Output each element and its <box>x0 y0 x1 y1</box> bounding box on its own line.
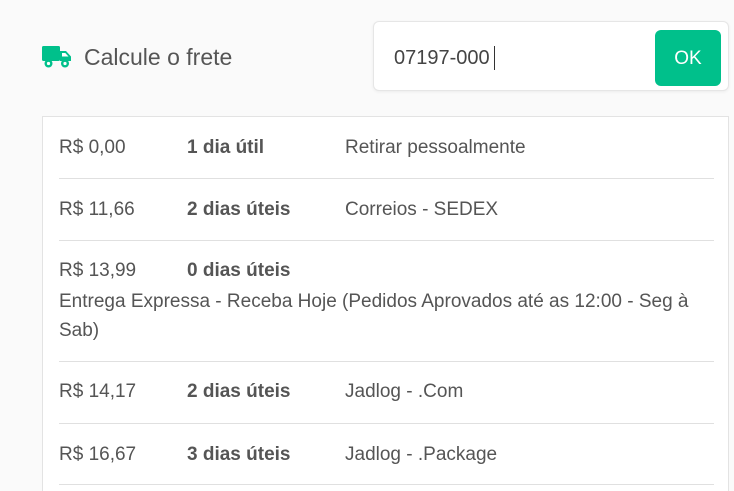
shipping-days: 3 dias úteis <box>187 444 291 465</box>
shipping-days: 2 dias úteis <box>187 199 291 220</box>
shipping-carrier: Entrega Expressa - Receba Hoje (Pedidos … <box>59 291 689 341</box>
shipping-calculator: Calcule o frete OK R$ 0,00 1 dia útil Re… <box>0 0 734 491</box>
shipping-option-row[interactable]: R$ 11,66 2 dias úteis Correios - SEDEX <box>59 178 714 241</box>
shipping-carrier: Retirar pessoalmente <box>345 137 526 158</box>
shipping-carrier: Jadlog - .Package <box>345 444 498 465</box>
shipping-price: R$ 14,17 <box>59 381 137 402</box>
page-title: Calcule o frete <box>84 44 233 70</box>
shipping-header: Calcule o frete OK <box>0 0 734 110</box>
shipping-days: 2 dias úteis <box>187 381 291 402</box>
shipping-days: 0 dias úteis <box>187 260 291 281</box>
cep-input[interactable] <box>394 44 644 72</box>
shipping-carrier: Correios - SEDEX <box>345 199 499 220</box>
shipping-results-panel: R$ 0,00 1 dia útil Retirar pessoalmente … <box>42 116 729 491</box>
shipping-price: R$ 13,99 <box>59 260 137 281</box>
shipping-price: R$ 16,67 <box>59 444 137 465</box>
shipping-price: R$ 11,66 <box>59 199 135 220</box>
shipping-carrier: Jadlog - .Com <box>345 381 464 402</box>
shipping-option-row[interactable]: R$ 13,99 0 dias úteis Entrega Expressa -… <box>59 240 714 362</box>
truck-icon <box>42 44 72 70</box>
shipping-price: R$ 0,00 <box>59 137 126 158</box>
shipping-option-row[interactable]: R$ 16,67 3 dias úteis Jadlog - .Package <box>59 423 714 485</box>
ok-button[interactable]: OK <box>655 30 721 86</box>
text-caret <box>494 46 495 70</box>
shipping-days: 1 dia útil <box>187 137 265 158</box>
shipping-option-row[interactable]: R$ 0,00 1 dia útil Retirar pessoalmente <box>59 117 714 179</box>
shipping-option-row[interactable]: R$ 14,17 2 dias úteis Jadlog - .Com <box>59 361 714 424</box>
cep-search-box: OK <box>373 21 729 91</box>
